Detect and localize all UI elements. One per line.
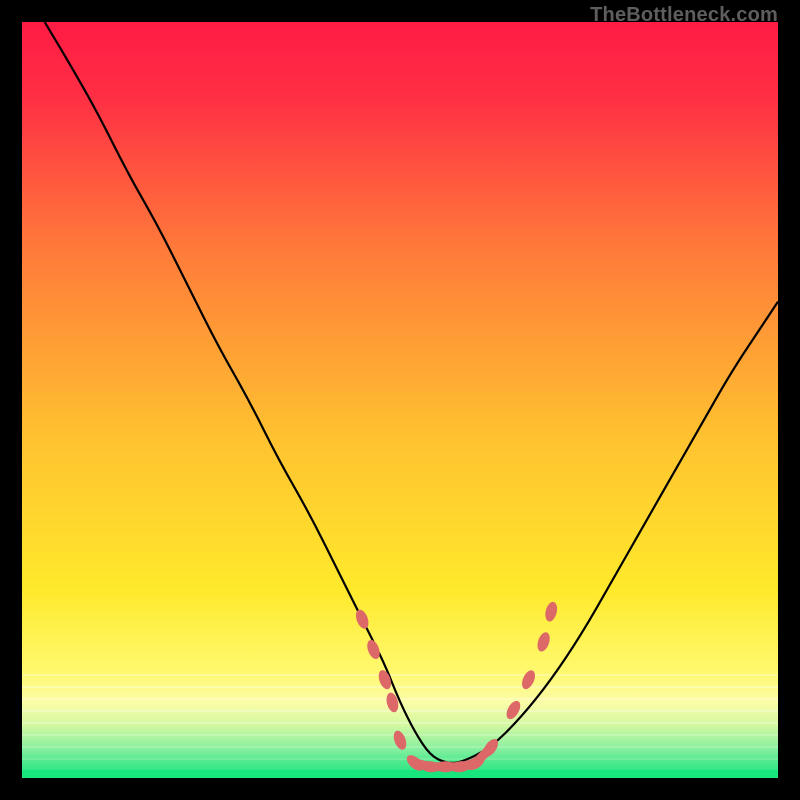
chart-background — [22, 22, 778, 778]
bottleneck-chart — [22, 22, 778, 778]
green-base-band — [22, 770, 778, 778]
